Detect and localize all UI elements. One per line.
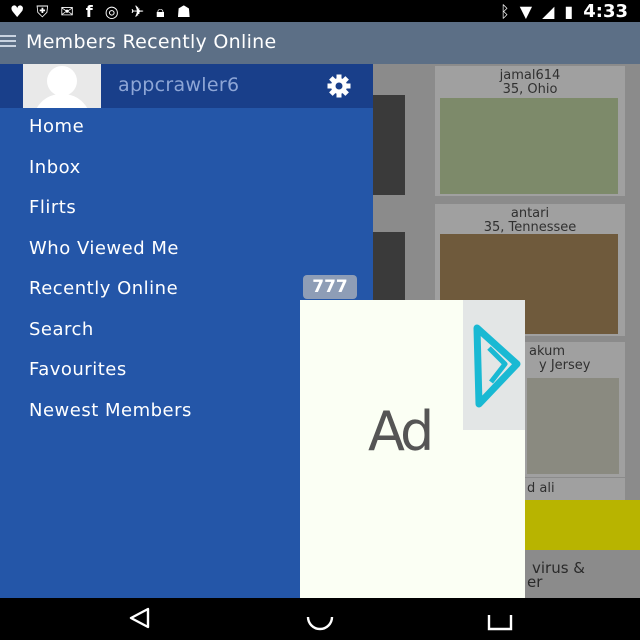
promo-text-2: er — [527, 573, 543, 591]
username: appcrawler6 — [118, 74, 240, 96]
ad-label: Ad — [368, 400, 434, 463]
member-name: antari — [510, 206, 550, 221]
member-card[interactable]: d ali — [525, 478, 625, 500]
system-icons: ᛒ ▼ ◢ ▮ 4:33 — [500, 1, 628, 22]
member-info: 35, Ohio — [502, 82, 558, 97]
app-bar: Members Recently Online — [0, 22, 640, 64]
member-photo-partial — [373, 232, 405, 302]
nav-item-search[interactable]: Search — [29, 319, 94, 340]
member-photo — [527, 378, 619, 474]
lock-icon: 🔒︎ — [156, 2, 165, 21]
signal-icon: ◢ — [542, 2, 555, 21]
ad-choices-tab[interactable] — [463, 300, 525, 430]
status-bar: ♥ ⛨ ✉ f ◎ ✈ 🔒︎ ☗ ᛒ ▼ ◢ ▮ 4:33 — [0, 0, 640, 22]
facebook-icon: f — [85, 2, 93, 21]
member-card[interactable]: akum y Jersey — [525, 342, 625, 477]
satellite-icon: ✈ — [130, 2, 145, 21]
bluetooth-icon: ᛒ — [500, 2, 510, 21]
member-photo-partial — [373, 95, 405, 195]
member-card[interactable]: jamal614 35, Ohio — [435, 66, 625, 196]
avatar[interactable] — [23, 64, 101, 108]
nav-item-home[interactable]: Home — [29, 116, 84, 137]
drawer-header: appcrawler6 — [0, 64, 373, 108]
mail-icon: ✉ — [60, 2, 74, 21]
home-icon[interactable] — [305, 615, 335, 637]
wifi-icon: ▼ — [519, 2, 533, 21]
member-name: akum — [529, 344, 565, 359]
shield-icon: ⛨ — [36, 2, 49, 21]
member-info: y Jersey — [539, 358, 591, 373]
nav-item-newest-members[interactable]: Newest Members — [29, 400, 192, 421]
back-icon[interactable] — [126, 606, 154, 630]
ad-play-icon[interactable] — [463, 300, 525, 430]
page-title: Members Recently Online — [26, 31, 277, 53]
promo-banner[interactable] — [508, 500, 640, 550]
nav-item-favourites[interactable]: Favourites — [29, 359, 127, 380]
member-photo — [440, 98, 618, 194]
nav-item-recently-online[interactable]: Recently Online — [29, 278, 178, 299]
circle-icon: ◎ — [104, 2, 119, 21]
system-navigation-bar — [0, 598, 640, 640]
recents-icon[interactable] — [485, 615, 515, 637]
hamburger-menu-icon[interactable] — [0, 32, 16, 48]
ad-popup[interactable]: Ad — [300, 300, 525, 617]
settings-gear-icon[interactable] — [322, 72, 356, 100]
clock: 4:33 — [583, 1, 628, 22]
notification-icons: ♥ ⛨ ✉ f ◎ ✈ 🔒︎ ☗ — [10, 2, 191, 22]
recently-online-count-badge: 777 — [303, 275, 357, 299]
member-name: d ali — [527, 481, 555, 496]
android-icon: ☗ — [176, 2, 191, 21]
heart-icon: ♥ — [10, 2, 25, 21]
nav-item-flirts[interactable]: Flirts — [29, 197, 76, 218]
nav-item-who-viewed-me[interactable]: Who Viewed Me — [29, 238, 179, 259]
nav-item-inbox[interactable]: Inbox — [29, 157, 81, 178]
member-info: 35, Tennessee — [483, 220, 577, 235]
member-name: jamal614 — [499, 68, 561, 83]
battery-icon: ▮ — [564, 2, 574, 21]
